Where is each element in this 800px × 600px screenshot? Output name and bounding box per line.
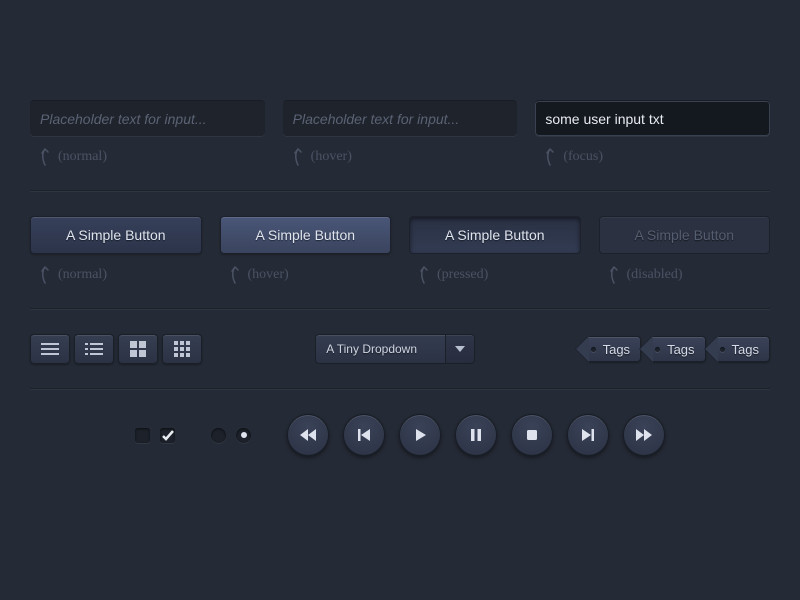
- tags-group: Tags Tags Tags: [589, 336, 770, 362]
- radio-unchecked[interactable]: [211, 428, 226, 443]
- caption-normal: (normal): [30, 148, 265, 166]
- simple-button-hover[interactable]: A Simple Button: [220, 216, 392, 254]
- tag-item[interactable]: Tags: [718, 336, 770, 362]
- view-list-button[interactable]: [30, 334, 70, 364]
- grid-large-icon: [130, 341, 146, 357]
- fast-forward-icon: [636, 427, 652, 443]
- simple-button-pressed[interactable]: A Simple Button: [409, 216, 581, 254]
- tiny-dropdown[interactable]: A Tiny Dropdown: [315, 334, 475, 364]
- stop-icon: [524, 427, 540, 443]
- rewind-icon: [300, 427, 316, 443]
- checkbox-checked[interactable]: [160, 428, 175, 443]
- grid-small-icon: [174, 341, 190, 357]
- skip-back-icon: [356, 427, 372, 443]
- simple-button-normal[interactable]: A Simple Button: [30, 216, 202, 254]
- pause-icon: [468, 427, 484, 443]
- check-icon: [161, 428, 175, 442]
- next-button[interactable]: [567, 414, 609, 456]
- view-toggle-group: [30, 334, 202, 364]
- play-button[interactable]: [399, 414, 441, 456]
- rewind-button[interactable]: [287, 414, 329, 456]
- arrow-up-icon: [291, 148, 305, 166]
- previous-button[interactable]: [343, 414, 385, 456]
- buttons-row: A Simple Button (normal) A Simple Button…: [30, 216, 770, 284]
- caption-btn-disabled: (disabled): [599, 266, 771, 284]
- dropdown-label: A Tiny Dropdown: [315, 334, 445, 364]
- fast-forward-button[interactable]: [623, 414, 665, 456]
- arrow-up-icon: [228, 266, 242, 284]
- divider: [30, 388, 770, 390]
- stop-button[interactable]: [511, 414, 553, 456]
- arrow-up-icon: [38, 148, 52, 166]
- list-bullets-icon: [85, 342, 103, 356]
- view-detailed-list-button[interactable]: [74, 334, 114, 364]
- arrow-up-icon: [607, 266, 621, 284]
- pause-button[interactable]: [455, 414, 497, 456]
- caption-btn-pressed: (pressed): [409, 266, 581, 284]
- arrow-up-icon: [543, 148, 557, 166]
- arrow-up-icon: [38, 266, 52, 284]
- arrow-up-icon: [417, 266, 431, 284]
- text-input-hover[interactable]: [283, 100, 518, 136]
- inputs-row: (normal) (hover) (focus): [30, 100, 770, 166]
- controls-row: A Tiny Dropdown Tags Tags Tags: [30, 334, 770, 364]
- checkbox-unchecked[interactable]: [135, 428, 150, 443]
- tag-item[interactable]: Tags: [653, 336, 705, 362]
- list-lines-icon: [41, 342, 59, 356]
- radio-checked[interactable]: [236, 428, 251, 443]
- media-row: [30, 414, 770, 456]
- text-input-normal[interactable]: [30, 100, 265, 136]
- tag-item[interactable]: Tags: [589, 336, 641, 362]
- caption-hover: (hover): [283, 148, 518, 166]
- play-icon: [412, 427, 428, 443]
- divider: [30, 308, 770, 310]
- view-large-grid-button[interactable]: [118, 334, 158, 364]
- text-input-focus[interactable]: [535, 100, 770, 136]
- dropdown-toggle[interactable]: [445, 334, 475, 364]
- simple-button-disabled: A Simple Button: [599, 216, 771, 254]
- caption-btn-hover: (hover): [220, 266, 392, 284]
- caption-btn-normal: (normal): [30, 266, 202, 284]
- divider: [30, 190, 770, 192]
- skip-forward-icon: [580, 427, 596, 443]
- caption-focus: (focus): [535, 148, 770, 166]
- view-small-grid-button[interactable]: [162, 334, 202, 364]
- chevron-down-icon: [455, 346, 465, 352]
